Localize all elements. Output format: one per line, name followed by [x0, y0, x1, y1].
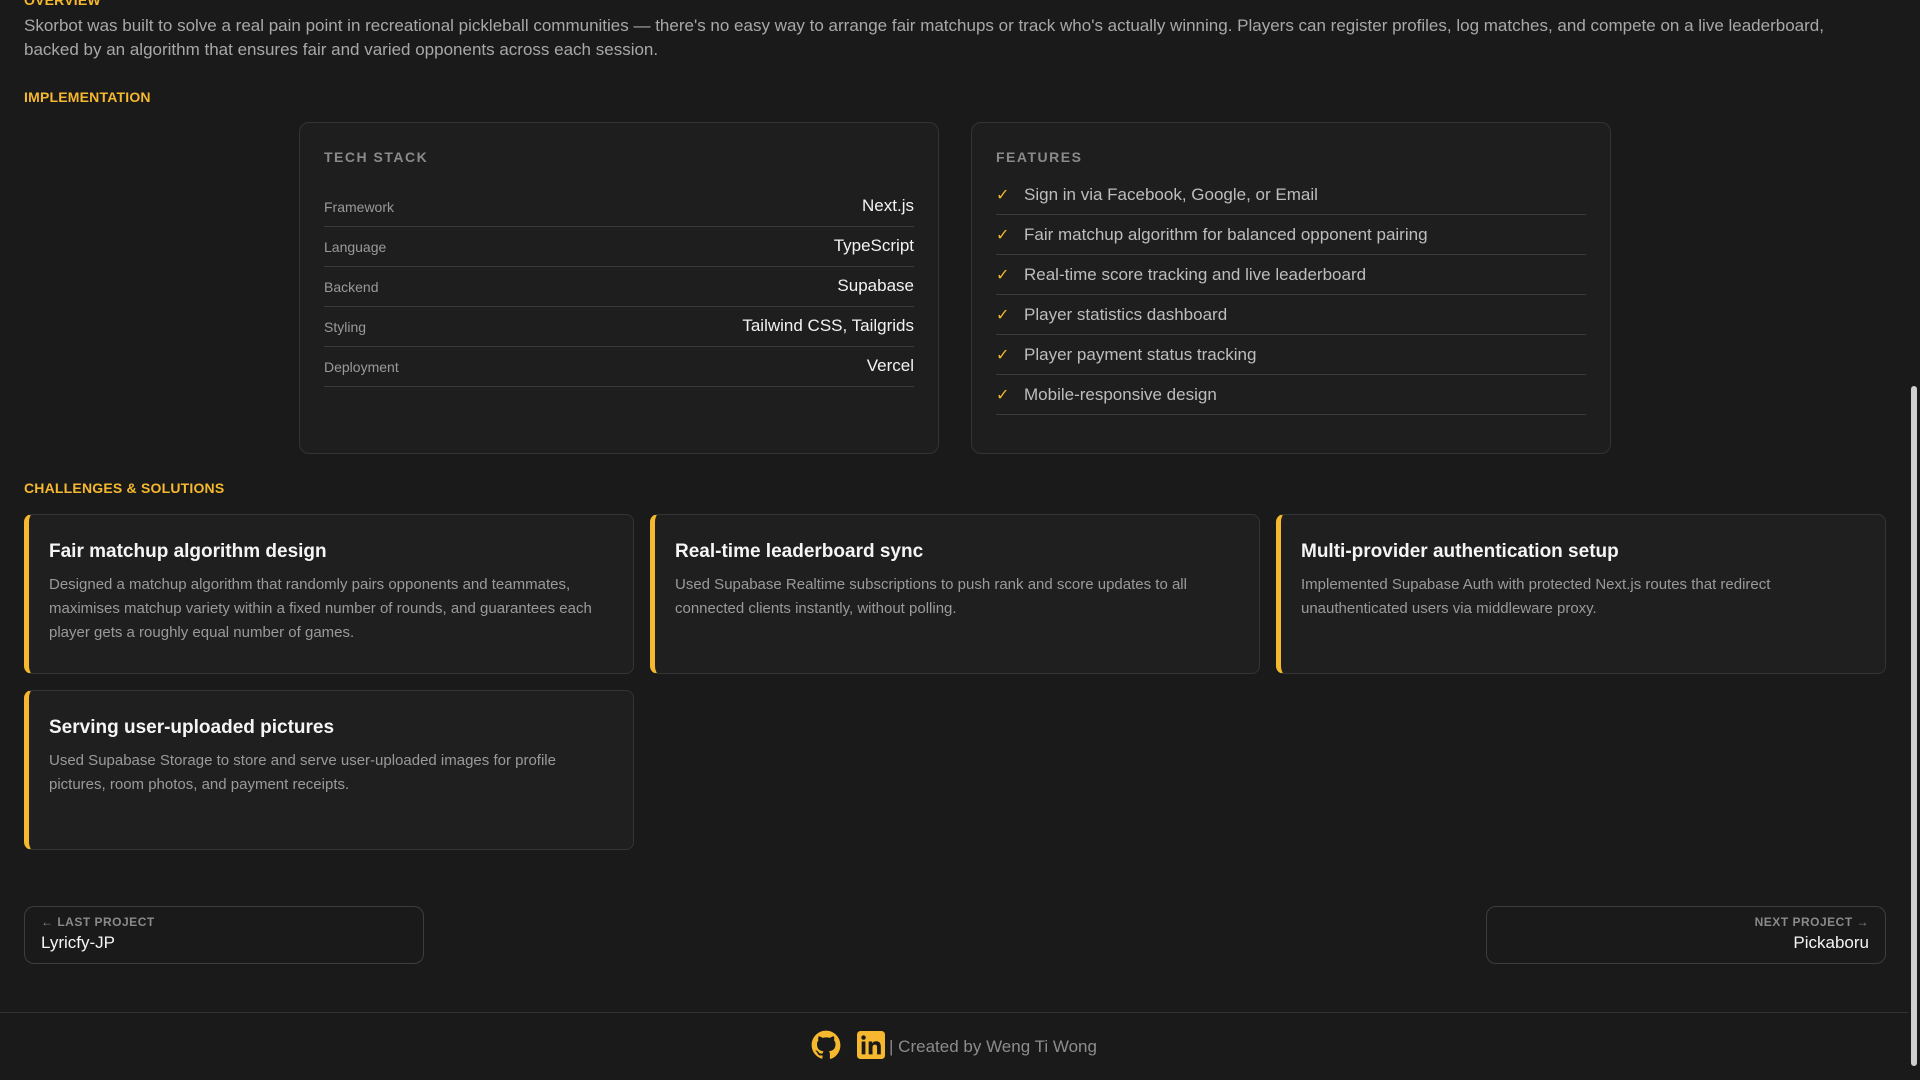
check-icon: ✓ — [996, 226, 1010, 244]
tech-value: Tailwind CSS, Tailgrids — [742, 316, 914, 335]
feature-text: Mobile-responsive design — [1024, 384, 1217, 404]
last-project-title: Lyricfy-JP — [41, 933, 115, 952]
implementation-label: IMPLEMENTATION — [24, 89, 151, 105]
last-project-label: LAST PROJECT — [57, 915, 155, 929]
tech-row: Framework Next.js — [324, 187, 914, 227]
github-icon[interactable] — [811, 1030, 841, 1065]
tech-value: Supabase — [837, 276, 914, 295]
challenge-title: Multi-provider authentication setup — [1301, 541, 1619, 562]
next-project-title: Pickaboru — [1793, 933, 1869, 952]
linkedin-icon[interactable] — [857, 1030, 886, 1064]
challenge-card: Real-time leaderboard sync Used Supabase… — [650, 514, 1260, 674]
feature-item: ✓ Fair matchup algorithm for balanced op… — [996, 215, 1586, 255]
project-page: OVERVIEW Skorbot was built to solve a re… — [0, 0, 1920, 1080]
scrollbar[interactable] — [1908, 0, 1920, 1080]
tech-key: Deployment — [324, 359, 399, 375]
last-project-button[interactable]: ← LAST PROJECT Lyricfy-JP — [24, 906, 424, 964]
tech-key: Styling — [324, 319, 367, 335]
last-project-label-row: ← LAST PROJECT — [41, 915, 407, 929]
challenge-title: Serving user-uploaded pictures — [49, 717, 335, 738]
challenges-label: CHALLENGES & SOLUTIONS — [24, 480, 225, 496]
check-icon: ✓ — [996, 346, 1010, 364]
challenge-desc: Implemented Supabase Auth with protected… — [1301, 576, 1771, 617]
tech-row: Backend Supabase — [324, 267, 914, 307]
challenge-card: Multi-provider authentication setup Impl… — [1276, 514, 1886, 674]
challenge-card: Serving user-uploaded pictures Used Supa… — [24, 690, 634, 850]
arrow-right-icon: → — [1856, 915, 1869, 929]
check-icon: ✓ — [996, 306, 1010, 324]
challenge-card: Fair matchup algorithm design Designed a… — [24, 514, 634, 674]
tech-row: Deployment Vercel — [324, 347, 914, 387]
feature-item: ✓ Mobile-responsive design — [996, 375, 1586, 415]
tech-value: Vercel — [866, 356, 914, 375]
tech-row: Language TypeScript — [324, 227, 914, 267]
challenge-desc: Used Supabase Storage to store and serve… — [49, 752, 556, 793]
feature-text: Sign in via Facebook, Google, or Email — [1024, 184, 1318, 204]
scrollbar-thumb[interactable] — [1911, 386, 1917, 1066]
footer-credit: | Created by Weng Ti Wong — [889, 1037, 1097, 1056]
features-title: FEATURES — [996, 149, 1083, 165]
overview-text: Skorbot was built to solve a real pain p… — [24, 16, 1824, 59]
challenge-title: Real-time leaderboard sync — [675, 541, 924, 562]
features-panel: FEATURES ✓ Sign in via Facebook, Google,… — [971, 122, 1611, 454]
next-project-button[interactable]: NEXT PROJECT → Pickaboru — [1486, 906, 1886, 964]
tech-key: Backend — [324, 279, 379, 295]
challenge-desc: Designed a matchup algorithm that random… — [49, 576, 592, 641]
check-icon: ✓ — [996, 266, 1010, 284]
challenge-desc: Used Supabase Realtime subscriptions to … — [675, 576, 1187, 617]
check-icon: ✓ — [996, 186, 1010, 204]
check-icon: ✓ — [996, 386, 1010, 404]
arrow-left-icon: ← — [41, 915, 54, 929]
tech-value: Next.js — [862, 196, 914, 215]
tech-key: Language — [324, 239, 387, 255]
feature-text: Fair matchup algorithm for balanced oppo… — [1024, 224, 1428, 244]
feature-item: ✓ Real-time score tracking and live lead… — [996, 255, 1586, 295]
challenge-title: Fair matchup algorithm design — [49, 541, 327, 562]
tech-stack-title: TECH STACK — [324, 149, 429, 165]
overview-label: OVERVIEW — [24, 0, 101, 8]
feature-item: ✓ Player statistics dashboard — [996, 295, 1586, 335]
tech-value: TypeScript — [833, 236, 914, 255]
feature-text: Player statistics dashboard — [1024, 304, 1228, 324]
feature-item: ✓ Player payment status tracking — [996, 335, 1586, 375]
next-project-label: NEXT PROJECT — [1754, 915, 1853, 929]
footer: | Created by Weng Ti Wong — [0, 1012, 1908, 1080]
feature-text: Player payment status tracking — [1024, 344, 1257, 364]
next-project-label-row: NEXT PROJECT → — [1503, 915, 1869, 929]
tech-key: Framework — [324, 199, 395, 215]
tech-stack-panel: TECH STACK Framework Next.js Language Ty… — [299, 122, 939, 454]
feature-text: Real-time score tracking and live leader… — [1024, 264, 1367, 284]
tech-row: Styling Tailwind CSS, Tailgrids — [324, 307, 914, 347]
feature-item: ✓ Sign in via Facebook, Google, or Email — [996, 175, 1586, 215]
